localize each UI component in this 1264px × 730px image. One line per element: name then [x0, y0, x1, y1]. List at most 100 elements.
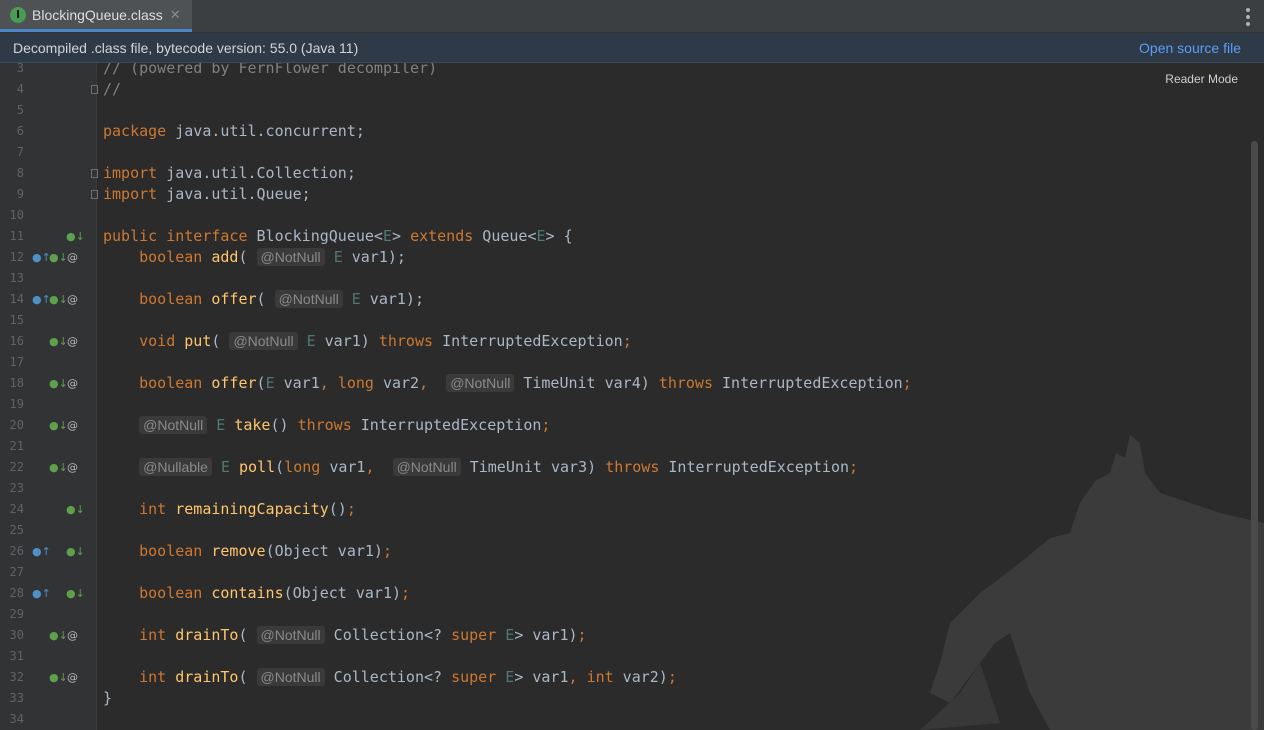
annotation-icon[interactable]: @ — [67, 289, 78, 310]
keyword: void — [139, 332, 176, 350]
code-text: Queue< — [473, 227, 537, 245]
exception-type: InterruptedException — [668, 458, 850, 476]
method-name: put — [184, 332, 212, 350]
implemented-icon[interactable]: ●↓ — [49, 415, 68, 436]
fold-marker-icon[interactable] — [91, 85, 98, 94]
line-number: 34 — [9, 712, 24, 726]
annotation-icon[interactable]: @ — [67, 373, 78, 394]
keyword: super — [451, 668, 497, 686]
line-number: 16 — [9, 334, 24, 348]
annotation-icon[interactable]: @ — [67, 415, 78, 436]
tab-label: BlockingQueue.class — [32, 6, 163, 23]
code-line: boolean offer(E var1, long var2, @NotNul… — [139, 374, 912, 392]
open-source-file-link[interactable]: Open source file — [1139, 40, 1241, 56]
line-number: 20 — [9, 418, 24, 432]
fold-marker-icon[interactable] — [91, 169, 98, 178]
method-name: remainingCapacity — [175, 500, 329, 518]
type-param: E — [306, 332, 316, 350]
annotation-hint: @NotNull — [139, 416, 208, 434]
line-number: 12 — [9, 250, 24, 264]
keyword: extends — [410, 227, 474, 245]
code-text: > { — [545, 227, 573, 245]
line-number: 4 — [16, 82, 24, 96]
exception-type: InterruptedException — [360, 416, 542, 434]
line-number: 11 — [9, 229, 24, 243]
code-line: void put( @NotNull E var1) throws Interr… — [139, 332, 632, 350]
implemented-icon[interactable]: ●↓ — [49, 247, 68, 268]
vertical-scrollbar[interactable] — [1251, 141, 1258, 730]
line-number: 3 — [16, 63, 24, 75]
line-number: 24 — [9, 502, 24, 516]
implemented-icon[interactable]: ●↓ — [66, 499, 85, 520]
keyword: throws — [605, 458, 660, 476]
line-number: 13 — [9, 271, 24, 285]
exception-type: InterruptedException — [722, 374, 903, 392]
method-name: offer — [211, 374, 257, 392]
code-line: // (powered by FernFlower decompiler) — [103, 63, 437, 79]
line-number: 15 — [9, 313, 24, 327]
keyword: package — [103, 122, 167, 140]
keyword: long — [284, 458, 321, 476]
line-number: 6 — [16, 124, 24, 138]
comment: // — [103, 80, 122, 98]
annotation-hint: @NotNull — [229, 332, 298, 350]
overrides-icon[interactable]: ●↑ — [32, 247, 51, 268]
code-line: } — [103, 688, 112, 709]
line-number: 31 — [9, 649, 24, 663]
implemented-icon[interactable]: ●↓ — [49, 331, 68, 352]
method-name: add — [211, 248, 239, 266]
code-line: boolean contains(Object var1); — [139, 584, 411, 602]
implemented-icon[interactable]: ●↓ — [49, 625, 68, 646]
code-editor[interactable]: 3 4 5 6 7 8 9 10 11 12 13 14 15 16 17 18… — [0, 63, 1264, 730]
annotation-icon[interactable]: @ — [67, 457, 78, 478]
annotation-icon[interactable]: @ — [67, 625, 78, 646]
tab-blockingqueue-class[interactable]: I BlockingQueue.class ✕ — [0, 0, 192, 32]
reader-mode-toggle[interactable]: Reader Mode — [1165, 72, 1238, 86]
code-line: boolean offer( @NotNull E var1); — [139, 290, 424, 308]
keyword: boolean — [139, 248, 203, 266]
annotation-icon[interactable]: @ — [67, 331, 78, 352]
annotation-icon[interactable]: @ — [67, 247, 78, 268]
keyword: throws — [658, 374, 713, 392]
line-number: 28 — [9, 586, 24, 600]
implemented-icon[interactable]: ●↓ — [49, 667, 68, 688]
keyword: super — [451, 626, 497, 644]
line-number: 9 — [16, 187, 24, 201]
method-name: poll — [239, 458, 276, 476]
close-icon[interactable]: ✕ — [170, 7, 181, 23]
keyword: boolean — [139, 584, 203, 602]
overrides-icon[interactable]: ●↑ — [32, 541, 51, 562]
implemented-icon[interactable]: ●↓ — [49, 289, 68, 310]
implemented-icon[interactable]: ●↓ — [66, 541, 85, 562]
annotation-hint: @NotNull — [446, 374, 515, 392]
annotation-hint: @NotNull — [392, 458, 461, 476]
keyword: boolean — [139, 542, 203, 560]
overrides-icon[interactable]: ●↑ — [32, 583, 51, 604]
fold-marker-icon[interactable] — [91, 190, 98, 199]
line-number: 26 — [9, 544, 24, 558]
implemented-icon[interactable]: ●↓ — [66, 583, 85, 604]
implemented-icon[interactable]: ●↓ — [49, 457, 68, 478]
method-name: drainTo — [175, 668, 239, 686]
code-line: int drainTo( @NotNull Collection<? super… — [139, 668, 677, 686]
code-line: import java.util.Collection; — [103, 163, 356, 184]
keyword: boolean — [139, 290, 203, 308]
line-number: 18 — [9, 376, 24, 390]
type-param: E — [216, 416, 226, 434]
more-options-icon[interactable] — [1246, 8, 1250, 26]
line-number: 29 — [9, 607, 24, 621]
line-number: 23 — [9, 481, 24, 495]
overrides-icon[interactable]: ●↑ — [32, 289, 51, 310]
line-number: 25 — [9, 523, 24, 537]
implemented-icon[interactable]: ●↓ — [49, 373, 68, 394]
keyword: int — [139, 500, 167, 518]
method-name: drainTo — [175, 626, 239, 644]
code-line: public interface BlockingQueue<E> extend… — [103, 226, 573, 247]
line-number: 8 — [16, 166, 24, 180]
annotation-icon[interactable]: @ — [67, 667, 78, 688]
code-line: @NotNull E take() throws InterruptedExce… — [103, 415, 550, 436]
implemented-icon[interactable]: ●↓ — [66, 226, 85, 247]
line-number: 14 — [9, 292, 24, 306]
type-param: E — [333, 248, 343, 266]
code-text: BlockingQueue< — [247, 227, 383, 245]
